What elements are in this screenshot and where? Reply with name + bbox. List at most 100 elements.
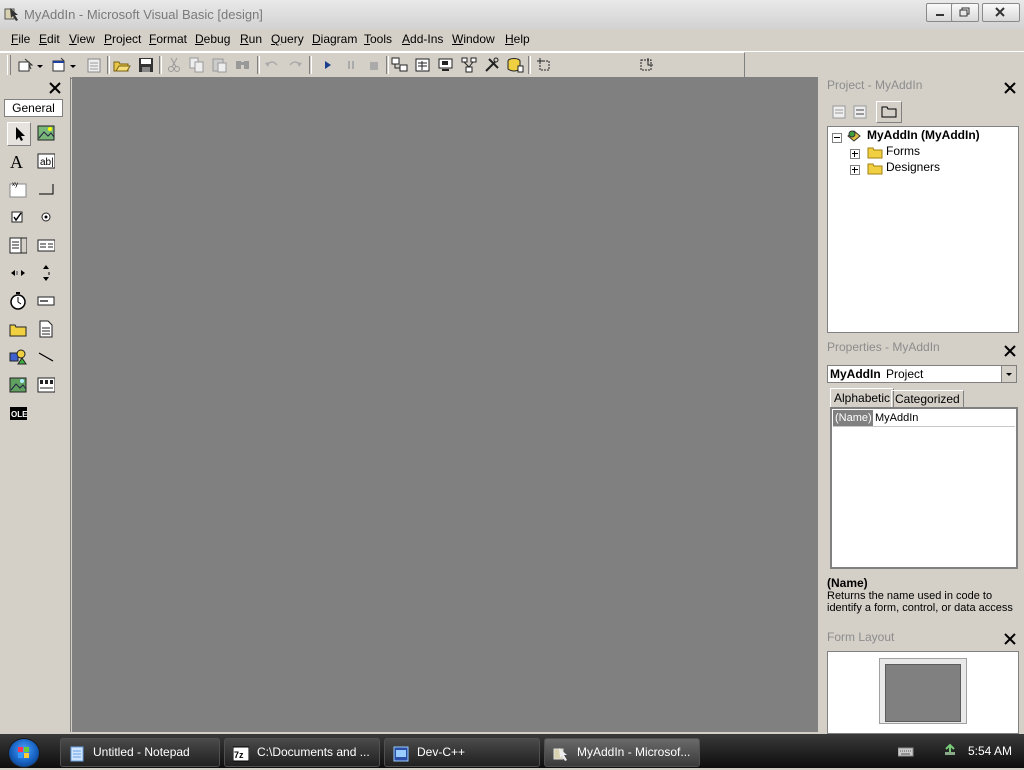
menu-view[interactable]: View (69, 32, 95, 46)
tool-checkbox[interactable] (7, 206, 29, 228)
tool-combobox[interactable] (7, 234, 29, 256)
restore-button[interactable] (951, 3, 979, 22)
keyboard-icon[interactable] (897, 746, 914, 757)
taskbar-button-vb[interactable]: MyAddIn - Microsof... (544, 738, 700, 767)
menu-file[interactable]: File (11, 32, 30, 46)
tool-commandbutton[interactable] (35, 178, 57, 200)
project-explorer-button[interactable] (391, 56, 409, 74)
copy-button[interactable] (188, 56, 206, 74)
menu-editor-button[interactable] (85, 56, 103, 74)
tool-timer[interactable] (7, 290, 29, 312)
tool-line[interactable] (35, 346, 57, 368)
system-clock[interactable]: 5:54 AM (968, 744, 1012, 758)
project-explorer-icon (391, 57, 408, 72)
mdi-workspace[interactable] (72, 77, 818, 732)
start-button[interactable] (8, 738, 40, 768)
redo-button[interactable] (286, 56, 304, 74)
properties-panel-close-button[interactable] (1003, 344, 1017, 358)
undo-button[interactable] (263, 56, 281, 74)
save-project-button[interactable] (137, 56, 155, 74)
tab-alphabetic[interactable]: Alphabetic (830, 388, 895, 407)
form-layout-panel-close-button[interactable] (1003, 632, 1017, 646)
tool-dirlistbox[interactable] (7, 318, 29, 340)
minimize-button[interactable] (926, 3, 954, 22)
tool-shape[interactable] (7, 346, 29, 368)
tool-image[interactable] (7, 374, 29, 396)
tree-expand-toggle[interactable] (850, 165, 860, 175)
toolbox-tab-general[interactable]: General (4, 99, 63, 117)
menu-run[interactable]: Run (240, 32, 262, 46)
data-view-button[interactable] (506, 56, 524, 74)
find-button[interactable] (234, 56, 252, 74)
properties-panel-title: Properties - MyAddIn (827, 340, 940, 354)
start-button[interactable] (319, 56, 337, 74)
paste-button[interactable] (211, 56, 229, 74)
object-selector[interactable]: MyAddIn Project (827, 365, 1017, 383)
menu-tools[interactable]: Tools (364, 32, 392, 46)
tool-pointer[interactable] (7, 122, 31, 146)
break-button[interactable] (342, 56, 360, 74)
view-code-button[interactable] (831, 104, 847, 120)
menu-format[interactable]: Format (149, 32, 187, 46)
monitor-screen[interactable] (885, 664, 961, 722)
add-project-dropdown[interactable] (36, 56, 44, 74)
tool-ole[interactable]: OLE (7, 402, 29, 424)
taskbar-button-devcpp[interactable]: Dev-C++ (384, 738, 540, 767)
tool-drivelistbox[interactable] (35, 290, 57, 312)
object-browser-button[interactable] (460, 56, 478, 74)
menu-window[interactable]: Window (452, 32, 495, 46)
tree-root-project[interactable]: MyAddIn (MyAddIn) (867, 128, 980, 142)
tool-textbox[interactable]: ab| (35, 150, 57, 172)
tool-hscrollbar[interactable] (7, 262, 29, 284)
tab-categorized[interactable]: Categorized (891, 390, 964, 407)
close-button[interactable] (982, 3, 1020, 22)
tool-vscrollbar[interactable] (35, 262, 57, 284)
property-row[interactable]: (Name) MyAddIn (833, 410, 1015, 427)
tool-picturebox[interactable] (35, 122, 57, 144)
toolbox-button[interactable] (483, 56, 501, 74)
properties-panel: Properties - MyAddIn MyAddIn Project Alp… (821, 340, 1020, 628)
toolbox-close-button[interactable] (48, 81, 62, 95)
tool-optionbutton[interactable] (35, 206, 57, 228)
tree-collapse-toggle[interactable] (832, 133, 842, 143)
toggle-folders-button[interactable] (876, 101, 902, 123)
properties-window-button[interactable] (414, 56, 432, 74)
menu-help[interactable]: Help (505, 32, 530, 46)
menu-diagram[interactable]: Diagram (312, 32, 357, 46)
end-button[interactable] (365, 56, 383, 74)
toolbar-separator (107, 56, 110, 74)
vb-app-icon[interactable] (4, 6, 20, 22)
network-icon[interactable] (942, 743, 958, 759)
taskbar-label: MyAddIn - Microsof... (577, 745, 691, 759)
tool-filelistbox[interactable] (35, 318, 57, 340)
add-form-dropdown[interactable] (69, 56, 77, 74)
menu-add-ins[interactable]: Add-Ins (402, 32, 443, 46)
add-project-button[interactable] (17, 56, 35, 74)
line-icon (38, 352, 54, 362)
menu-project[interactable]: Project (104, 32, 141, 46)
cut-button[interactable] (165, 56, 183, 74)
property-value[interactable]: MyAddIn (875, 410, 918, 426)
open-project-button[interactable] (113, 56, 131, 74)
taskbar-button-7zip[interactable]: 7z C:\Documents and ... (224, 738, 380, 767)
view-object-button[interactable] (852, 104, 868, 120)
tree-expand-toggle[interactable] (850, 149, 860, 159)
menu-query[interactable]: Query (271, 32, 304, 46)
object-selector-dropdown[interactable] (1001, 366, 1016, 382)
menu-edit[interactable]: Edit (39, 32, 60, 46)
tree-item-designers[interactable]: Designers (886, 160, 940, 174)
form-layout-button[interactable] (437, 56, 455, 74)
tool-frame[interactable]: xy (7, 178, 29, 200)
view-object-icon (853, 105, 867, 119)
tree-item-forms[interactable]: Forms (886, 144, 920, 158)
tool-data[interactable] (35, 374, 57, 396)
window-title: MyAddIn - Microsoft Visual Basic [design… (24, 7, 263, 22)
project-panel-close-button[interactable] (1003, 81, 1017, 95)
toolbar-grip[interactable] (7, 55, 11, 75)
component-manager-button[interactable] (535, 56, 553, 74)
tool-label[interactable]: A (7, 150, 29, 172)
taskbar-button-notepad[interactable]: Untitled - Notepad (60, 738, 220, 767)
menu-debug[interactable]: Debug (195, 32, 230, 46)
tool-listbox[interactable] (35, 234, 57, 256)
add-form-button[interactable] (50, 56, 68, 74)
